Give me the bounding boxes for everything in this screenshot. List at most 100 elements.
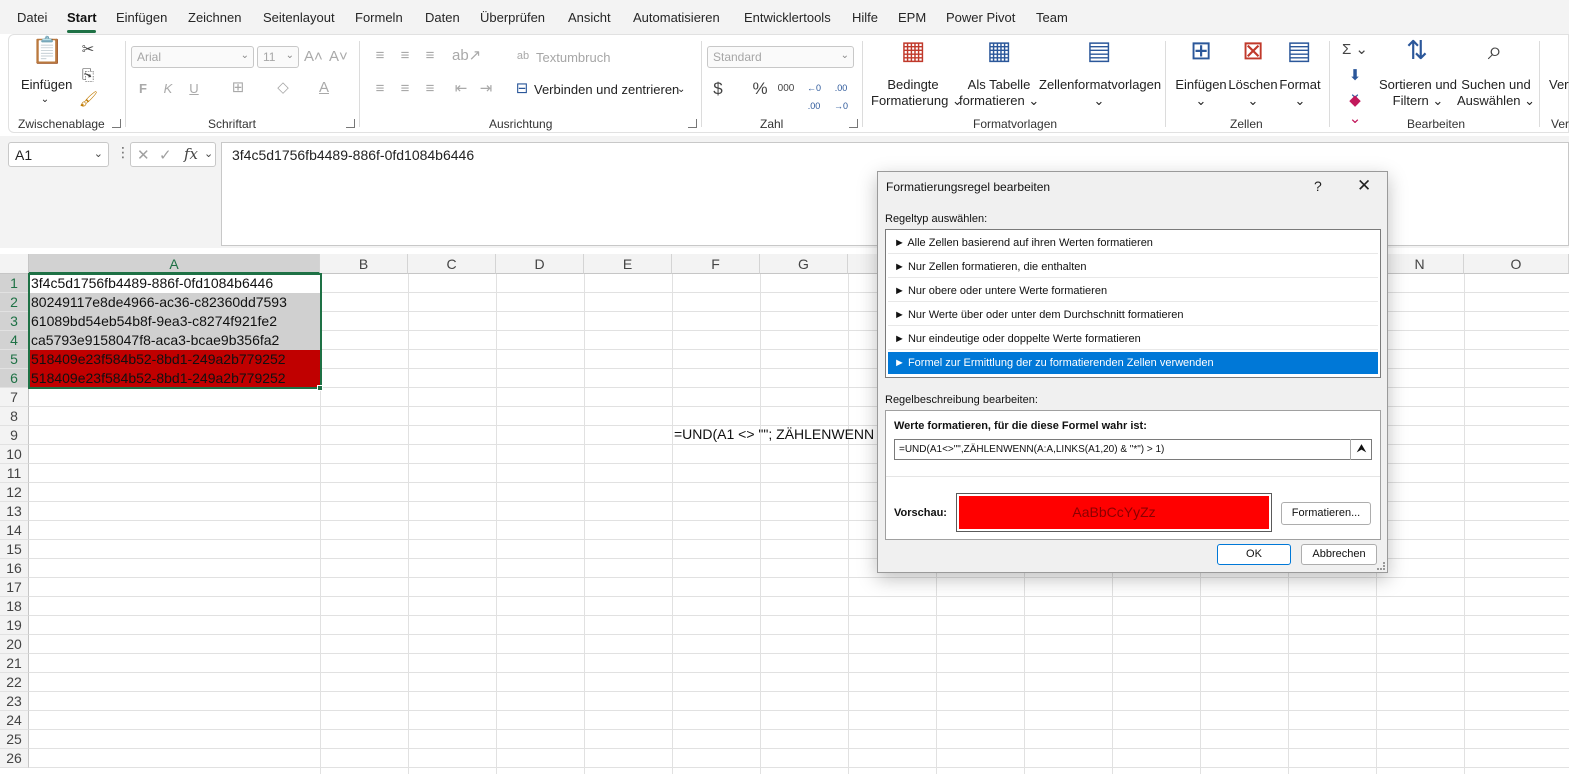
column-header[interactable]: G [760,254,848,274]
cell-a5[interactable]: 518409e23f584b52-8bd1-249a2b779252 [29,350,320,369]
row-header[interactable]: 13 [0,502,29,521]
grow-font-icon[interactable]: A˄ [304,48,323,66]
align-center-icon[interactable]: ≡ [396,80,414,98]
delete-cells-button[interactable]: Löschen ⌄ [1228,77,1278,109]
menu-zeichnen[interactable]: Zeichnen [188,10,241,25]
menu-automatisieren[interactable]: Automatisieren [633,10,720,25]
enter-icon[interactable]: ✓ [159,146,172,164]
ruletype-item[interactable]: ► Nur Zellen formatieren, die enthalten [888,256,1378,278]
format-painter-icon[interactable]: 🖌 [79,91,98,109]
row-header[interactable]: 1 [0,274,29,293]
font-color-icon[interactable]: A [314,79,334,97]
menu-start[interactable]: Start [67,10,97,25]
column-header[interactable]: B [320,254,408,274]
autosum-icon[interactable]: Σ ⌄ [1341,41,1369,59]
row-header[interactable]: 19 [0,616,29,635]
row-header[interactable]: 18 [0,597,29,616]
insert-cells-button[interactable]: Einfügen ⌄ [1174,77,1228,109]
row-header[interactable]: 12 [0,483,29,502]
name-box[interactable]: A1 ⌄ [8,142,109,167]
cell-styles-icon[interactable]: ▤ [1083,37,1115,63]
ok-button[interactable]: OK [1217,544,1291,565]
font-size-combo[interactable]: 11 ⌄ [257,46,299,68]
sort-filter-button[interactable]: Sortieren und Filtern ⌄ [1377,77,1459,109]
conditional-formatting-icon[interactable]: ▦ [897,37,929,63]
cell-a2[interactable]: 80249117e8de4966-ac36-c82360dd7593 [29,293,320,312]
ruletype-item[interactable]: ► Alle Zellen basierend auf ihren Werten… [888,232,1378,254]
row-header[interactable]: 6 [0,369,29,388]
number-launcher-icon[interactable] [849,119,858,128]
row-header[interactable]: 20 [0,635,29,654]
menu-daten[interactable]: Daten [425,10,460,25]
menu-epm[interactable]: EPM [898,10,926,25]
row-header[interactable]: 7 [0,388,29,407]
align-bottom-icon[interactable]: ≡ [421,47,439,65]
fill-handle[interactable] [317,385,323,391]
thousands-button[interactable]: 000 [776,80,796,98]
collapse-dialog-icon[interactable]: ⮝ [1350,439,1372,460]
format-as-table-icon[interactable]: ▦ [983,37,1015,63]
merge-center-icon[interactable]: ⊟ [513,80,531,98]
menu-ueberpruefen[interactable]: Überprüfen [480,10,545,25]
row-header[interactable]: 14 [0,521,29,540]
row-header[interactable]: 16 [0,559,29,578]
font-launcher-icon[interactable] [346,119,355,128]
cell-a1[interactable]: 3f4c5d1756fb4489-886f-0fd1084b6446 [29,274,320,293]
menu-ansicht[interactable]: Ansicht [568,10,611,25]
row-header[interactable]: 24 [0,711,29,730]
clear-icon[interactable]: ◆ ⌄ [1341,92,1369,128]
row-header[interactable]: 22 [0,673,29,692]
align-middle-icon[interactable]: ≡ [396,47,414,65]
copy-icon[interactable]: ⎘ [79,67,97,85]
format-cells-button[interactable]: Format ⌄ [1277,77,1323,109]
shrink-font-icon[interactable]: A˅ [329,48,348,66]
alignment-launcher-icon[interactable] [688,119,697,128]
increase-decimal-icon[interactable]: ←0.00 [804,79,824,115]
menu-hilfe[interactable]: Hilfe [852,10,878,25]
chevron-down-icon[interactable]: ⌄ [677,82,685,98]
row-header[interactable]: 2 [0,293,29,312]
format-cells-icon[interactable]: ▤ [1283,37,1315,63]
row-header[interactable]: 26 [0,749,29,768]
ruletype-item[interactable]: ► Nur Werte über oder unter dem Durchsch… [888,304,1378,326]
format-button[interactable]: Formatieren... [1281,502,1371,525]
cell-f9[interactable]: =UND(A1 <> ""; ZÄHLENWENN [674,426,874,442]
find-select-button[interactable]: Suchen und Auswählen ⌄ [1455,77,1537,109]
number-format-combo[interactable]: Standard ⌄ [707,46,854,68]
ruletype-item[interactable]: ► Nur eindeutige oder doppelte Werte for… [888,328,1378,350]
fill-color-icon[interactable]: ◇ [273,79,293,97]
menu-team[interactable]: Team [1036,10,1068,25]
decrease-indent-icon[interactable]: ⇤ [452,80,470,98]
borders-icon[interactable]: ⊞ [228,79,248,97]
find-select-icon[interactable]: ⌕ [1479,37,1511,63]
row-header[interactable]: 8 [0,407,29,426]
merge-center-button[interactable]: Verbinden und zentrieren [534,82,679,98]
bold-button[interactable]: F [135,80,151,98]
row-header[interactable]: 5 [0,350,29,369]
ruletype-item[interactable]: ► Nur obere oder untere Werte formatiere… [888,280,1378,302]
insert-function-icon[interactable]: fx [184,145,198,163]
more-icon[interactable]: ⋮ [116,144,130,161]
decrease-decimal-icon[interactable]: .00 →0 [831,79,851,115]
menu-power-pivot[interactable]: Power Pivot [946,10,1015,25]
row-header[interactable]: 9 [0,426,29,445]
cancel-icon[interactable]: ✕ [137,146,150,164]
column-header[interactable]: C [408,254,496,274]
paste-dropdown-icon[interactable]: ⌄ [37,92,53,108]
ruletype-list[interactable]: ► Alle Zellen basierend auf ihren Werten… [885,229,1381,378]
wrap-text-button[interactable]: Textumbruch [536,50,610,66]
paste-button[interactable]: Einfügen [21,77,72,93]
row-header[interactable]: 15 [0,540,29,559]
column-header[interactable]: A [29,254,320,274]
sort-filter-icon[interactable]: ⇅ [1401,37,1433,63]
paste-icon[interactable]: 📋 [31,37,63,63]
ruletype-item-selected[interactable]: ► Formel zur Ermittlung der zu formatier… [888,352,1378,374]
chevron-down-icon[interactable]: ⌄ [204,147,213,160]
conditional-formatting-button[interactable]: Bedingte Formatierung ⌄ [871,77,963,109]
row-header[interactable]: 25 [0,730,29,749]
delete-cells-icon[interactable]: ⊠ [1237,37,1269,63]
formula-field[interactable]: =UND(A1<>"",ZÄHLENWENN(A:A,LINKS(A1,20) … [894,439,1372,460]
close-icon[interactable]: ✕ [1357,176,1371,196]
cancel-button[interactable]: Abbrechen [1301,544,1377,565]
format-as-table-button[interactable]: Als Tabelle formatieren ⌄ [959,77,1039,109]
